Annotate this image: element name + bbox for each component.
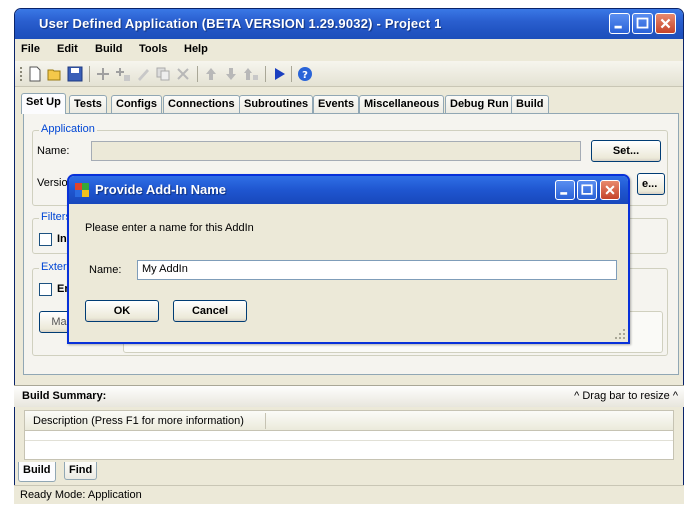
tab-build[interactable]: Build <box>511 95 549 113</box>
build-summary-header[interactable]: Build Summary: ^ Drag bar to resize ^ <box>14 385 684 407</box>
dialog-title-bar[interactable]: Provide Add-In Name <box>69 176 628 204</box>
bottom-tab-build[interactable]: Build <box>18 462 56 482</box>
external-checkbox[interactable] <box>39 283 52 296</box>
resize-hint: ^ Drag bar to resize ^ <box>574 390 678 402</box>
tab-tests[interactable]: Tests <box>69 95 107 113</box>
menu-tools[interactable]: Tools <box>139 43 168 55</box>
maximize-button[interactable] <box>632 13 653 34</box>
column-divider <box>265 413 266 429</box>
move-down-icon[interactable] <box>223 66 239 82</box>
table-row <box>25 431 673 441</box>
dialog-title: Provide Add-In Name <box>95 182 226 197</box>
cancel-button[interactable]: Cancel <box>173 300 247 322</box>
build-summary-grid[interactable]: Description (Press F1 for more informati… <box>24 410 674 460</box>
dialog-close-button[interactable] <box>600 180 620 200</box>
open-icon[interactable] <box>47 66 63 82</box>
delete-icon[interactable] <box>175 66 191 82</box>
minimize-icon <box>560 192 568 195</box>
edit-icon[interactable] <box>135 66 151 82</box>
name-label: Name: <box>37 145 70 157</box>
close-button[interactable] <box>655 13 676 34</box>
status-bar: Ready Mode: Application <box>14 485 684 504</box>
save-icon[interactable] <box>67 66 83 82</box>
maximize-icon <box>636 17 649 29</box>
copy-icon[interactable] <box>155 66 171 82</box>
tab-configs[interactable]: Configs <box>111 95 162 113</box>
menu-file[interactable]: File <box>21 43 40 55</box>
filters-checkbox-label: In <box>57 233 67 245</box>
tab-debug-run[interactable]: Debug Run <box>445 95 514 113</box>
tab-events[interactable]: Events <box>313 95 360 113</box>
toolbar-separator <box>89 66 90 82</box>
tab-connections[interactable]: Connections <box>163 95 240 113</box>
dialog-minimize-button[interactable] <box>555 180 575 200</box>
close-icon <box>660 18 671 29</box>
menu-bar: File Edit Build Tools Help <box>15 39 683 61</box>
description-column-header[interactable]: Description (Press F1 for more informati… <box>33 415 244 427</box>
toolbar-separator <box>291 66 292 82</box>
minimize-icon <box>614 25 622 29</box>
new-icon[interactable] <box>27 66 43 82</box>
title-bar[interactable]: User Defined Application (BETA VERSION 1… <box>15 9 683 39</box>
grip-icon <box>20 67 22 81</box>
dialog-maximize-button[interactable] <box>577 180 597 200</box>
add-icon[interactable] <box>95 66 111 82</box>
sort-icon[interactable] <box>243 66 259 82</box>
build-summary-title: Build Summary: <box>22 390 107 402</box>
dialog-name-label: Name: <box>89 264 122 276</box>
close-icon <box>605 185 615 195</box>
ok-button[interactable]: OK <box>85 300 159 322</box>
application-group-label: Application <box>39 123 97 135</box>
menu-help[interactable]: Help <box>184 43 208 55</box>
filters-checkbox[interactable] <box>39 233 52 246</box>
window-title: User Defined Application (BETA VERSION 1… <box>39 16 442 31</box>
resize-grip-icon[interactable] <box>614 328 626 340</box>
toolbar-separator <box>197 66 198 82</box>
grid-header-row: Description (Press F1 for more informati… <box>25 411 673 431</box>
tab-miscellaneous[interactable]: Miscellaneous <box>359 95 445 113</box>
app-icon <box>75 183 89 197</box>
application-name-field[interactable] <box>91 141 581 161</box>
run-icon[interactable] <box>271 66 287 82</box>
bottom-tab-strip: Build Find <box>14 462 684 484</box>
menu-edit[interactable]: Edit <box>57 43 78 55</box>
tab-set-up[interactable]: Set Up <box>21 93 66 114</box>
dialog-prompt: Please enter a name for this AddIn <box>85 222 254 234</box>
set-button[interactable]: Set... <box>591 140 661 162</box>
tab-subroutines[interactable]: Subroutines <box>239 95 314 113</box>
add-in-name-input[interactable]: My AddIn <box>137 260 617 280</box>
version-label: Versio <box>37 177 68 189</box>
browse-button[interactable]: e... <box>637 173 665 195</box>
maximize-icon <box>581 184 593 195</box>
minimize-button[interactable] <box>609 13 630 34</box>
add-multiple-icon[interactable] <box>115 66 131 82</box>
svg-text:?: ? <box>302 70 308 81</box>
menu-build[interactable]: Build <box>95 43 123 55</box>
status-text: Ready Mode: Application <box>20 489 142 501</box>
bottom-tab-find[interactable]: Find <box>64 462 98 480</box>
toolbar: ? <box>15 61 683 87</box>
toolbar-separator <box>265 66 266 82</box>
tab-strip: Set Up Tests Configs Connections Subrout… <box>21 93 681 114</box>
move-up-icon[interactable] <box>203 66 219 82</box>
add-in-name-dialog: Provide Add-In Name Please enter a name … <box>67 174 630 344</box>
help-icon[interactable]: ? <box>297 66 313 82</box>
